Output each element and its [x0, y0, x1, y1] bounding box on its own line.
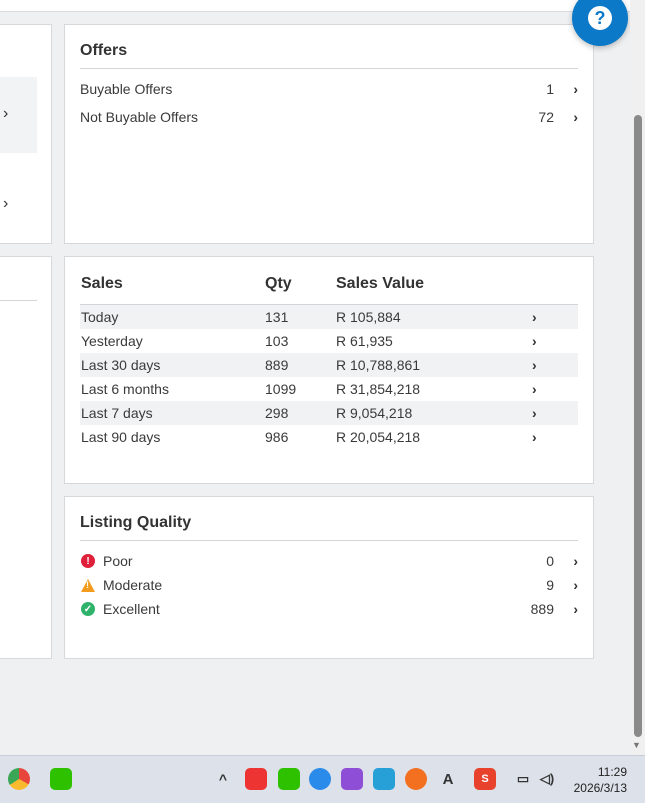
chevron-right-icon[interactable]: › [554, 81, 578, 97]
period-cell: Last 90 days [81, 429, 161, 445]
value-cell: R 31,854,218 [336, 381, 421, 397]
quality-label-text: Excellent [103, 601, 160, 617]
offers-row-not-buyable[interactable]: Not Buyable Offers 72 › [80, 105, 578, 129]
divider [0, 300, 37, 301]
value-cell: R 20,054,218 [336, 429, 421, 445]
value-cell: R 10,788,861 [336, 357, 421, 373]
scroll-down-arrow-icon[interactable]: ▼ [632, 740, 641, 750]
clock-time: 11:29 [597, 765, 627, 779]
speaker-icon[interactable]: ◁) [536, 768, 558, 790]
offers-row-label: Not Buyable Offers [80, 109, 199, 125]
table-row[interactable]: Last 30 days 889 R 10,788,861 › [80, 353, 578, 377]
quality-row-label: Moderate [80, 577, 546, 593]
chevron-right-icon[interactable]: › [554, 601, 578, 617]
sales-table-header: Sales Qty Sales Value [80, 275, 578, 303]
value-cell: R 61,935 [336, 333, 393, 349]
chevron-right-icon[interactable]: › [554, 577, 578, 593]
left-card-top: › › [0, 24, 52, 244]
listing-quality-title: Listing Quality [80, 514, 192, 531]
warning-triangle-icon [81, 578, 95, 592]
chevron-right-icon[interactable]: › [554, 553, 578, 569]
table-row[interactable]: Yesterday 103 R 61,935 › [80, 329, 578, 353]
quality-label-text: Poor [103, 553, 133, 569]
error-circle-icon: ! [81, 554, 95, 568]
quality-row-value: 0 [546, 553, 554, 569]
quality-row-excellent[interactable]: ✓ Excellent 889 › [80, 597, 578, 621]
scrollbar-thumb[interactable] [634, 115, 642, 737]
divider [80, 68, 578, 69]
period-cell: Today [81, 309, 119, 325]
quality-row-value: 889 [530, 601, 554, 617]
value-cell: R 9,054,218 [336, 405, 413, 421]
period-cell: Last 7 days [81, 405, 153, 421]
offers-title: Offers [80, 42, 128, 59]
chevron-right-icon[interactable]: › [3, 195, 8, 213]
cloud-tray-icon[interactable] [309, 768, 331, 790]
question-mark-icon: ? [588, 6, 612, 30]
qty-cell: 298 [265, 405, 289, 421]
quality-row-poor[interactable]: ! Poor 0 › [80, 549, 578, 573]
qty-cell: 986 [265, 429, 289, 445]
quality-label-text: Moderate [103, 577, 163, 593]
period-cell: Last 6 months [81, 381, 169, 397]
period-cell: Last 30 days [81, 357, 161, 373]
wechat-icon[interactable] [50, 768, 72, 790]
header-qty: Qty [265, 275, 292, 292]
offers-row-value: 72 [538, 109, 554, 125]
clock-date: 2026/3/13 [573, 781, 627, 795]
chrome-icon[interactable] [8, 768, 30, 790]
network-app-tray-icon[interactable] [373, 768, 395, 790]
network-icon[interactable]: ▭ [512, 768, 534, 790]
g-app-tray-icon[interactable] [405, 768, 427, 790]
chevron-right-icon[interactable]: › [3, 105, 8, 123]
windows-taskbar: ^ A S ▭ ◁) 11:29 2026/3/13 [0, 755, 645, 803]
chevron-right-icon[interactable]: › [554, 109, 578, 125]
qty-cell: 103 [265, 333, 289, 349]
period-cell: Yesterday [81, 333, 143, 349]
qty-cell: 1099 [265, 381, 297, 397]
offers-card: Offers Buyable Offers 1 › Not Buyable Of… [64, 24, 594, 244]
sogou-tray-icon[interactable]: S [474, 768, 496, 790]
check-circle-icon: ✓ [81, 602, 95, 616]
header-sales-value: Sales Value [336, 275, 425, 292]
font-tray-icon[interactable]: A [437, 768, 459, 790]
offers-row-label: Buyable Offers [80, 81, 173, 97]
fingerprint-tray-icon[interactable] [341, 768, 363, 790]
chevron-right-icon[interactable]: › [532, 405, 537, 421]
top-bar [0, 0, 630, 12]
quality-row-moderate[interactable]: Moderate 9 › [80, 573, 578, 597]
table-row[interactable]: Last 6 months 1099 R 31,854,218 › [80, 377, 578, 401]
quality-row-label: ✓ Excellent [80, 601, 531, 617]
chevron-right-icon[interactable]: › [532, 333, 537, 349]
sales-card: Sales Qty Sales Value Today 131 R 105,88… [64, 256, 594, 484]
quality-row-value: 9 [546, 577, 554, 593]
table-row[interactable]: Last 90 days 986 R 20,054,218 › [80, 425, 578, 449]
left-card-bottom [0, 256, 52, 659]
chevron-right-icon[interactable]: › [532, 309, 537, 325]
qty-cell: 131 [265, 309, 289, 325]
app-tray-icon[interactable] [245, 768, 267, 790]
value-cell: R 105,884 [336, 309, 401, 325]
chevron-right-icon[interactable]: › [532, 429, 537, 445]
offers-row-buyable[interactable]: Buyable Offers 1 › [80, 77, 578, 101]
header-sales: Sales [81, 275, 123, 292]
tray-expand-icon[interactable]: ^ [212, 768, 234, 790]
vertical-scrollbar[interactable]: ▼ [630, 0, 645, 755]
offers-row-value: 1 [546, 81, 554, 97]
quality-row-label: ! Poor [80, 553, 546, 569]
table-row[interactable]: Today 131 R 105,884 › [80, 305, 578, 329]
qty-cell: 889 [265, 357, 289, 373]
chevron-right-icon[interactable]: › [532, 357, 537, 373]
system-clock[interactable]: 11:29 2026/3/13 [574, 764, 627, 796]
chevron-right-icon[interactable]: › [532, 381, 537, 397]
wechat-tray-icon[interactable] [278, 768, 300, 790]
table-row[interactable]: Last 7 days 298 R 9,054,218 › [80, 401, 578, 425]
divider [80, 540, 578, 541]
listing-quality-card: Listing Quality ! Poor 0 › Moderate 9 › … [64, 496, 594, 659]
